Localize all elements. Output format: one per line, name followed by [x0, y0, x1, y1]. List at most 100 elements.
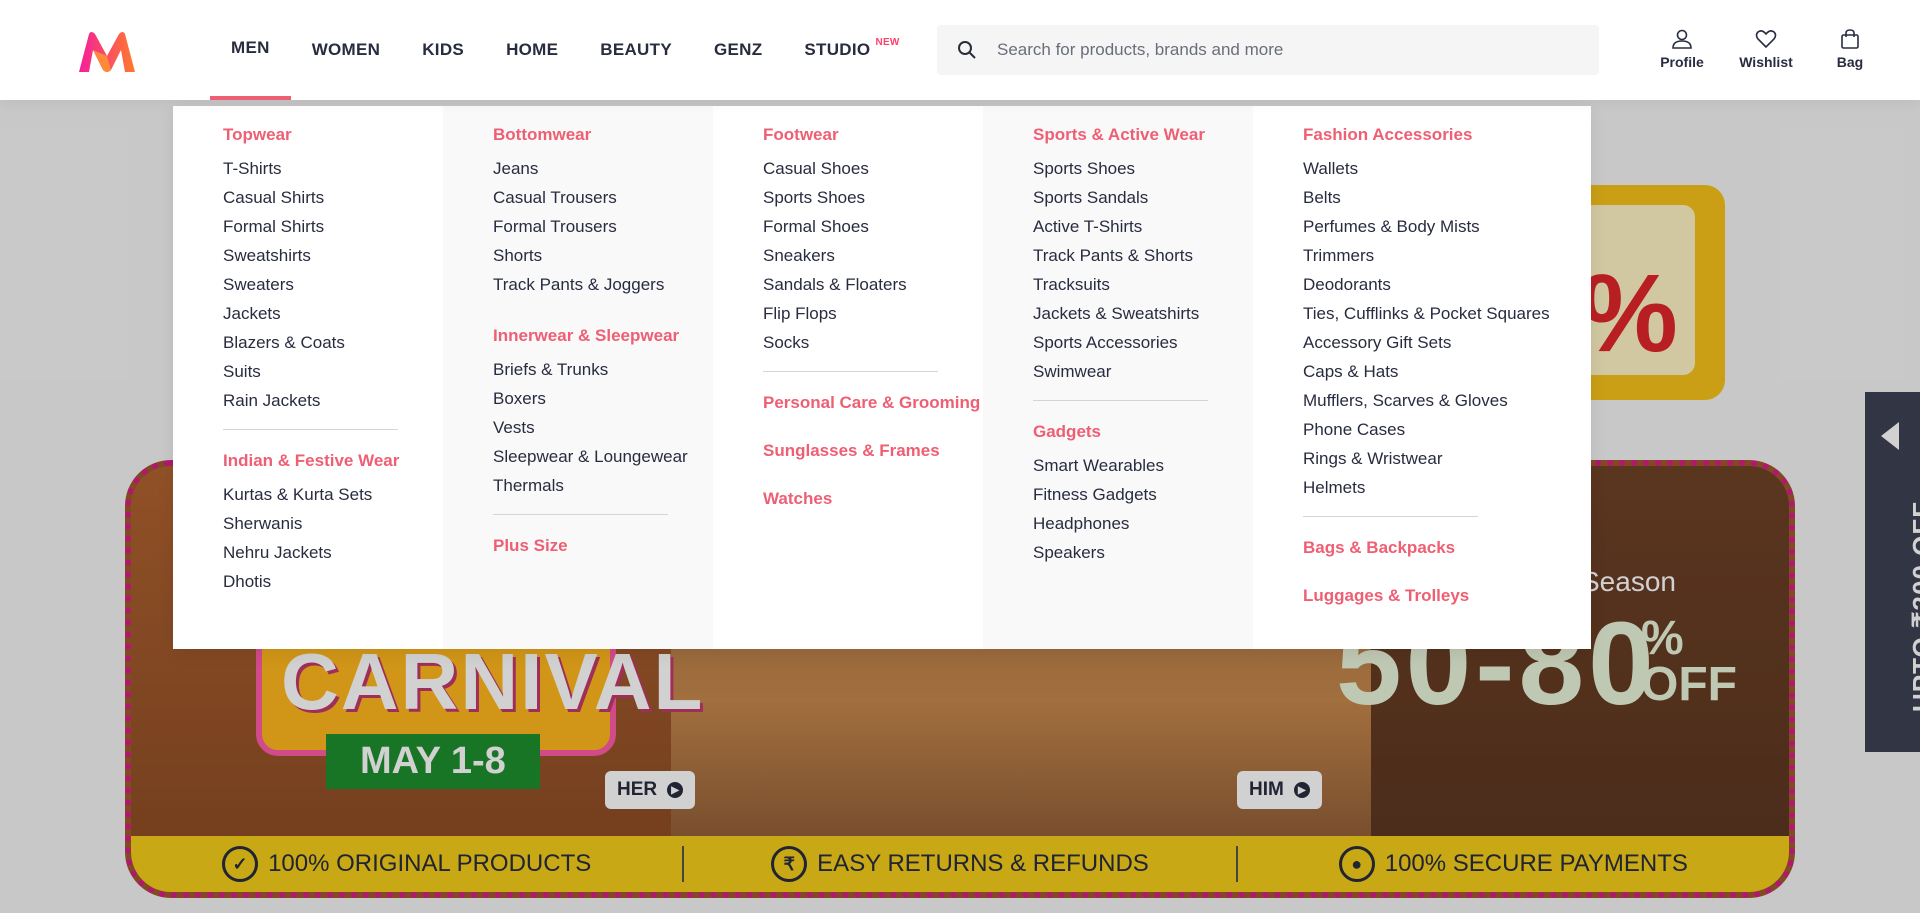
divider	[1033, 400, 1208, 401]
nav-genz[interactable]: GENZ	[693, 0, 783, 100]
menu-link[interactable]: Sandals & Floaters	[763, 270, 983, 299]
menu-link[interactable]: Deodorants	[1303, 270, 1591, 299]
category-sports-active[interactable]: Sports & Active Wear	[1033, 124, 1253, 146]
menu-link[interactable]: Nehru Jackets	[223, 538, 443, 567]
category-topwear[interactable]: Topwear	[223, 124, 443, 146]
menu-link[interactable]: Belts	[1303, 183, 1591, 212]
menu-link[interactable]: Shorts	[493, 241, 713, 270]
category-gadgets[interactable]: Gadgets	[1033, 421, 1253, 443]
menu-link[interactable]: Socks	[763, 328, 983, 357]
menu-link[interactable]: Sneakers	[763, 241, 983, 270]
bag-label: Bag	[1836, 54, 1864, 70]
nav-beauty[interactable]: BEAUTY	[579, 0, 693, 100]
category-watches[interactable]: Watches	[763, 488, 983, 510]
menu-link[interactable]: Vests	[493, 413, 713, 442]
category-luggages[interactable]: Luggages & Trolleys	[1303, 585, 1591, 607]
menu-column-4: Sports & Active Wear Sports Shoes Sports…	[983, 106, 1253, 649]
menu-link[interactable]: Kurtas & Kurta Sets	[223, 480, 443, 509]
menu-link[interactable]: Rain Jackets	[223, 386, 443, 415]
category-bottomwear[interactable]: Bottomwear	[493, 124, 713, 146]
header-actions: Profile Wishlist Bag	[1640, 28, 1892, 70]
menu-link[interactable]: Smart Wearables	[1033, 451, 1253, 480]
menu-column-5: Fashion Accessories Wallets Belts Perfum…	[1253, 106, 1591, 649]
wishlist-label: Wishlist	[1739, 54, 1793, 70]
menu-link[interactable]: Dhotis	[223, 567, 443, 596]
menu-link[interactable]: Sweatshirts	[223, 241, 443, 270]
heart-icon	[1755, 30, 1777, 49]
menu-link[interactable]: Flip Flops	[763, 299, 983, 328]
menu-link[interactable]: Formal Shirts	[223, 212, 443, 241]
search-input[interactable]	[997, 40, 1557, 60]
menu-link[interactable]: Sherwanis	[223, 509, 443, 538]
menu-link[interactable]: Casual Shoes	[763, 154, 983, 183]
category-plus-size[interactable]: Plus Size	[493, 535, 713, 557]
nav-studio[interactable]: STUDIO NEW	[783, 0, 920, 100]
menu-link[interactable]: Jackets	[223, 299, 443, 328]
menu-link[interactable]: Boxers	[493, 384, 713, 413]
menu-link[interactable]: Wallets	[1303, 154, 1591, 183]
search-icon[interactable]	[937, 40, 997, 60]
nav-home[interactable]: HOME	[485, 0, 579, 100]
nav-men[interactable]: MEN	[210, 0, 291, 100]
menu-link[interactable]: Trimmers	[1303, 241, 1591, 270]
menu-link[interactable]: Track Pants & Joggers	[493, 270, 713, 299]
menu-link[interactable]: Caps & Hats	[1303, 357, 1591, 386]
nav-kids[interactable]: KIDS	[401, 0, 485, 100]
menu-link[interactable]: Sports Shoes	[763, 183, 983, 212]
menu-link[interactable]: Jackets & Sweatshirts	[1033, 299, 1253, 328]
menu-link[interactable]: Suits	[223, 357, 443, 386]
profile-icon	[1672, 29, 1692, 49]
menu-link[interactable]: T-Shirts	[223, 154, 443, 183]
bag-button[interactable]: Bag	[1808, 28, 1892, 70]
menu-link[interactable]: Ties, Cufflinks & Pocket Squares	[1303, 299, 1591, 328]
menu-link[interactable]: Fitness Gadgets	[1033, 480, 1253, 509]
category-footwear[interactable]: Footwear	[763, 124, 983, 146]
menu-link[interactable]: Formal Trousers	[493, 212, 713, 241]
menu-link[interactable]: Jeans	[493, 154, 713, 183]
menu-link[interactable]: Phone Cases	[1303, 415, 1591, 444]
menu-link[interactable]: Tracksuits	[1033, 270, 1253, 299]
menu-link[interactable]: Track Pants & Shorts	[1033, 241, 1253, 270]
menu-link[interactable]: Thermals	[493, 471, 713, 500]
menu-link[interactable]: Sports Accessories	[1033, 328, 1253, 357]
divider	[1303, 516, 1478, 517]
men-mega-menu: Topwear T-Shirts Casual Shirts Formal Sh…	[173, 106, 1591, 649]
menu-column-3: Footwear Casual Shoes Sports Shoes Forma…	[713, 106, 983, 649]
menu-link[interactable]: Sports Shoes	[1033, 154, 1253, 183]
category-sunglasses[interactable]: Sunglasses & Frames	[763, 440, 983, 462]
menu-link[interactable]: Sweaters	[223, 270, 443, 299]
menu-link[interactable]: Casual Shirts	[223, 183, 443, 212]
profile-button[interactable]: Profile	[1640, 28, 1724, 70]
category-innerwear[interactable]: Innerwear & Sleepwear	[493, 325, 713, 347]
menu-link[interactable]: Briefs & Trunks	[493, 355, 713, 384]
menu-link[interactable]: Sleepwear & Loungewear	[493, 442, 713, 471]
menu-link[interactable]: Rings & Wristwear	[1303, 444, 1591, 473]
menu-link[interactable]: Active T-Shirts	[1033, 212, 1253, 241]
menu-link[interactable]: Casual Trousers	[493, 183, 713, 212]
menu-link[interactable]: Mufflers, Scarves & Gloves	[1303, 386, 1591, 415]
divider	[763, 371, 938, 372]
category-fashion-accessories[interactable]: Fashion Accessories	[1303, 124, 1591, 146]
menu-link[interactable]: Headphones	[1033, 509, 1253, 538]
menu-column-1: Topwear T-Shirts Casual Shirts Formal Sh…	[173, 106, 443, 649]
new-badge: NEW	[875, 36, 900, 48]
wishlist-button[interactable]: Wishlist	[1724, 28, 1808, 70]
category-personal-care[interactable]: Personal Care & Grooming	[763, 392, 983, 414]
menu-link[interactable]: Accessory Gift Sets	[1303, 328, 1591, 357]
menu-link[interactable]: Sports Sandals	[1033, 183, 1253, 212]
header: MEN WOMEN KIDS HOME BEAUTY GENZ STUDIO NE…	[0, 0, 1920, 100]
profile-label: Profile	[1660, 54, 1704, 70]
category-bags-backpacks[interactable]: Bags & Backpacks	[1303, 537, 1591, 559]
category-indian-festive[interactable]: Indian & Festive Wear	[223, 450, 443, 472]
nav-women[interactable]: WOMEN	[291, 0, 402, 100]
main-nav: MEN WOMEN KIDS HOME BEAUTY GENZ STUDIO NE…	[210, 0, 921, 100]
menu-link[interactable]: Helmets	[1303, 473, 1591, 502]
divider	[223, 429, 398, 430]
menu-link[interactable]: Swimwear	[1033, 357, 1253, 386]
menu-link[interactable]: Formal Shoes	[763, 212, 983, 241]
menu-link[interactable]: Perfumes & Body Mists	[1303, 212, 1591, 241]
myntra-logo[interactable]	[77, 30, 137, 74]
search-bar[interactable]	[937, 25, 1599, 75]
menu-link[interactable]: Blazers & Coats	[223, 328, 443, 357]
menu-link[interactable]: Speakers	[1033, 538, 1253, 567]
